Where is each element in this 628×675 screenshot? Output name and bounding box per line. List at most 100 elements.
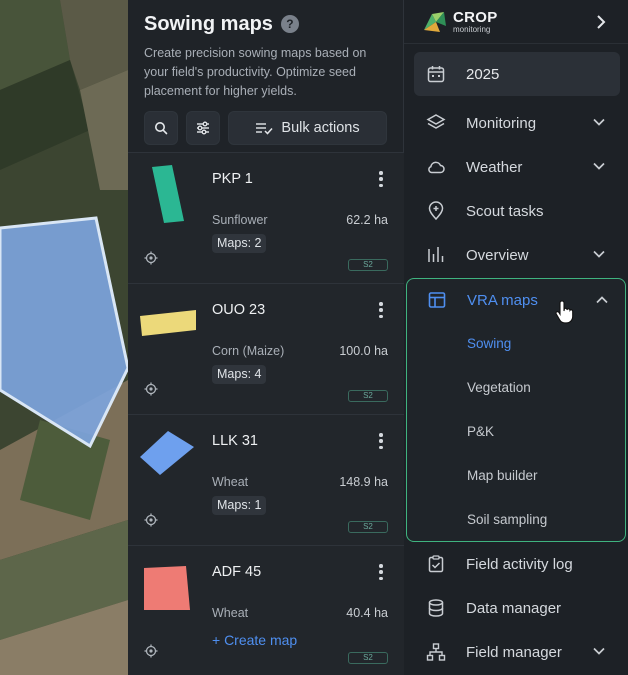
nav-item-label: VRA maps [467, 291, 538, 309]
bar-chart-icon [428, 247, 444, 262]
logo-subtitle: monitoring [453, 24, 491, 34]
map-imagery [0, 0, 128, 675]
nav-item-data-manager[interactable]: Data manager [414, 588, 620, 628]
crop-name: Corn (Maize) [212, 344, 285, 358]
satellite-map[interactable] [0, 0, 128, 675]
nav-item-label: Weather [466, 158, 523, 176]
create-map-link[interactable]: + Create map [212, 632, 297, 648]
chevron-up-icon [596, 296, 608, 304]
satellite-source-badge: S2 [348, 521, 388, 533]
layers-icon [426, 114, 446, 129]
field-name: ADF 45 [212, 564, 262, 580]
nav-item-label: Overview [466, 246, 529, 264]
field-area: 148.9 ha [339, 475, 388, 489]
crop-name: Wheat [212, 606, 249, 620]
field-name: LLK 31 [212, 433, 258, 449]
season-label: 2025 [466, 65, 500, 83]
field-area: 40.4 ha [346, 606, 388, 620]
sowing-maps-panel: Sowing maps ? Create precision sowing ma… [128, 0, 404, 675]
nav-item-label: Monitoring [466, 114, 537, 132]
chevron-down-icon [593, 647, 605, 655]
crop-logo-icon [424, 11, 446, 32]
database-icon [428, 599, 444, 617]
bulk-actions-label: Bulk actions [281, 120, 360, 136]
nav-item-vra-maps[interactable]: VRA maps [407, 279, 625, 324]
more-options-icon[interactable] [374, 300, 388, 320]
sliders-icon [197, 121, 209, 135]
nav-item-label: Data manager [466, 599, 562, 617]
field-polygon [144, 566, 190, 610]
field-card[interactable]: OUO 23 Corn (Maize) 100.0 ha Maps: 4 S2 [128, 283, 404, 414]
app-logo[interactable]: CROP monitoring [422, 10, 498, 34]
sub-item-map-builder[interactable]: Map builder [467, 468, 538, 483]
satellite-source-badge: S2 [348, 652, 388, 664]
field-card[interactable]: LLK 31 Wheat 148.9 ha Maps: 1 S2 [128, 414, 404, 545]
hand-pointer-icon [555, 300, 574, 324]
chevron-down-icon [593, 162, 605, 170]
nav-item-label: Field activity log [466, 555, 573, 573]
checklist-icon [256, 123, 273, 135]
satellite-source-badge: S2 [348, 259, 388, 271]
logo-title: CROP [453, 8, 498, 26]
hierarchy-icon [426, 643, 446, 661]
field-shape-thumbnail [140, 310, 196, 336]
locate-field-icon[interactable] [144, 644, 158, 658]
crop-name: Sunflower [212, 213, 268, 227]
field-card[interactable]: ADF 45 Wheat 40.4 ha + Create map S2 [128, 545, 404, 675]
maps-count-badge[interactable]: Maps: 4 [212, 365, 267, 384]
more-options-icon[interactable] [374, 562, 388, 582]
field-polygon [152, 165, 184, 223]
filter-button[interactable] [186, 111, 220, 145]
more-options-icon[interactable] [374, 431, 388, 451]
field-polygon [140, 431, 194, 475]
nav-item-monitoring[interactable]: Monitoring [414, 103, 620, 143]
search-button[interactable] [144, 111, 178, 145]
sub-item-pk[interactable]: P&K [467, 424, 494, 439]
nav-item-overview[interactable]: Overview [414, 235, 620, 275]
field-name: OUO 23 [212, 302, 266, 318]
help-circle-icon[interactable]: ? [280, 15, 299, 33]
nav-item-field-activity-log[interactable]: Field activity log [414, 544, 620, 584]
nav-sidebar: CROP monitoring 2025 Monitoring Weather [404, 0, 628, 675]
field-shape-thumbnail [144, 566, 190, 610]
cloud-icon [428, 161, 445, 174]
field-list: PKP 1 Sunflower 62.2 ha Maps: 2 S2 OUO 2… [128, 152, 404, 675]
field-card[interactable]: PKP 1 Sunflower 62.2 ha Maps: 2 S2 [128, 152, 404, 283]
satellite-source-badge: S2 [348, 390, 388, 402]
crop-name: Wheat [212, 475, 249, 489]
sub-item-sowing[interactable]: Sowing [467, 336, 511, 351]
calendar-icon [427, 66, 445, 83]
bulk-actions-button[interactable]: Bulk actions [228, 111, 387, 145]
layout-icon [428, 292, 446, 308]
panel-description: Create precision sowing maps based on yo… [144, 46, 367, 98]
nav-header: CROP monitoring [404, 0, 628, 44]
field-shape-thumbnail [152, 165, 184, 223]
field-name: PKP 1 [212, 171, 253, 187]
season-selector[interactable]: 2025 [414, 52, 620, 96]
panel-title: Sowing maps [144, 12, 273, 35]
chevron-right-icon[interactable] [594, 14, 608, 30]
locate-field-icon[interactable] [144, 513, 158, 527]
maps-count-badge[interactable]: Maps: 2 [212, 234, 267, 253]
more-options-icon[interactable] [374, 169, 388, 189]
chevron-down-icon [593, 118, 605, 126]
field-shape-thumbnail [140, 431, 194, 475]
toolbar: Bulk actions [144, 111, 387, 145]
nav-item-weather[interactable]: Weather [414, 147, 620, 187]
chevron-down-icon [593, 250, 605, 258]
field-area: 62.2 ha [346, 213, 388, 227]
locate-field-icon[interactable] [144, 251, 158, 265]
sub-item-soil-sampling[interactable]: Soil sampling [467, 512, 547, 527]
map-pin-plus-icon [428, 201, 444, 221]
maps-count-badge[interactable]: Maps: 1 [212, 496, 267, 515]
clipboard-check-icon [428, 555, 444, 573]
field-polygon [140, 310, 196, 336]
locate-field-icon[interactable] [144, 382, 158, 396]
search-icon [155, 122, 168, 135]
panel-header: Sowing maps ? Create precision sowing ma… [128, 0, 403, 145]
sub-item-vegetation[interactable]: Vegetation [467, 380, 531, 395]
nav-item-scout-tasks[interactable]: Scout tasks [414, 191, 620, 231]
nav-item-field-manager[interactable]: Field manager [414, 632, 620, 672]
nav-item-label: Scout tasks [466, 202, 544, 220]
vra-maps-group: VRA maps Sowing Vegetation P&K Map build… [406, 278, 626, 542]
